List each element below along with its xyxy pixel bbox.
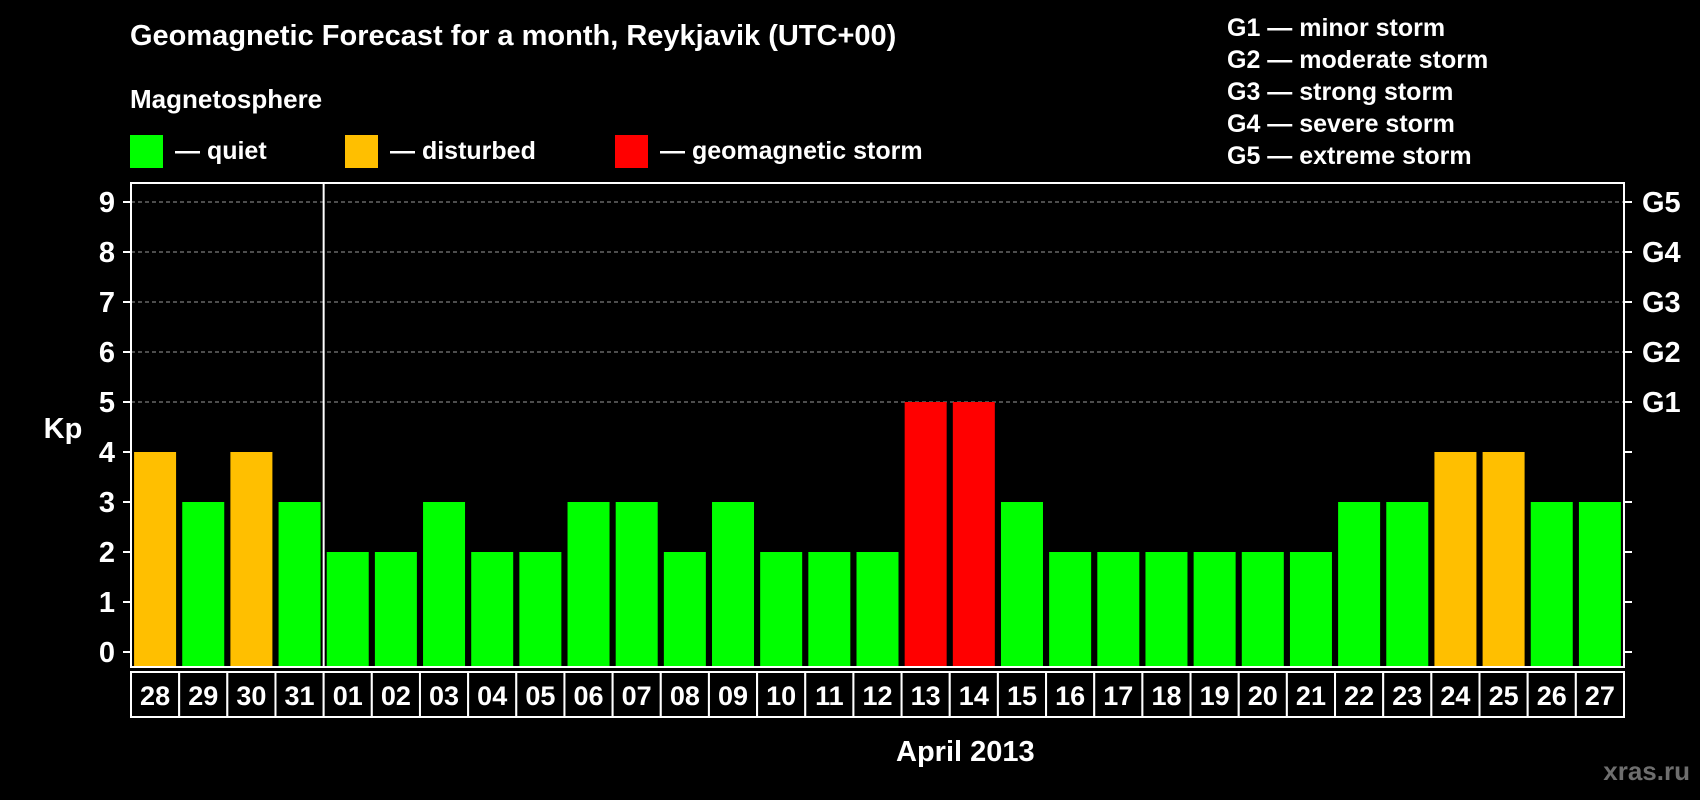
bar-21 [1289, 552, 1332, 667]
y-tick-label-6: 6 [99, 337, 115, 369]
day-label-07: 07 [622, 681, 652, 711]
bar-13 [904, 402, 947, 667]
x-axis-label: April 2013 [896, 736, 1035, 768]
bar-07 [615, 502, 658, 667]
day-label-30: 30 [236, 681, 266, 711]
day-label-13: 13 [911, 681, 941, 711]
day-label-05: 05 [525, 681, 555, 711]
day-label-28: 28 [140, 681, 170, 711]
y-tick-label-5: 5 [99, 387, 115, 419]
bar-14 [952, 402, 995, 667]
day-label-01: 01 [333, 681, 363, 711]
y-tick-label-3: 3 [99, 487, 115, 519]
bar-23 [1386, 502, 1429, 667]
bar-27 [1578, 502, 1621, 667]
day-label-22: 22 [1344, 681, 1374, 711]
y-tick-label-7: 7 [99, 287, 115, 319]
bar-24 [1434, 452, 1477, 667]
g-level-label-g5: G5 [1642, 187, 1681, 219]
g-level-label-g4: G4 [1642, 237, 1681, 269]
bar-08 [663, 552, 706, 667]
day-label-02: 02 [381, 681, 411, 711]
day-label-27: 27 [1585, 681, 1615, 711]
g-level-label-g2: G2 [1642, 337, 1681, 369]
y-tick-label-8: 8 [99, 237, 115, 269]
watermark: xras.ru [1603, 756, 1690, 786]
bar-18 [1145, 552, 1188, 667]
day-label-25: 25 [1489, 681, 1519, 711]
bar-16 [1049, 552, 1092, 667]
bar-30 [230, 452, 273, 667]
day-label-06: 06 [574, 681, 604, 711]
bar-11 [808, 552, 851, 667]
day-label-21: 21 [1296, 681, 1326, 711]
day-label-11: 11 [815, 681, 844, 711]
bar-05 [519, 552, 562, 667]
bar-04 [471, 552, 514, 667]
day-label-20: 20 [1248, 681, 1278, 711]
day-label-04: 04 [477, 681, 507, 711]
kp-bar-chart: Kp 0123456789G1G2G3G4G528 29 30 31 01 02 03 04 0… [44, 182, 1681, 718]
y-tick-label-4: 4 [99, 437, 115, 469]
day-label-31: 31 [285, 681, 315, 711]
bar-31 [278, 502, 321, 667]
bar-12 [856, 552, 899, 667]
day-label-29: 29 [188, 681, 218, 711]
day-label-15: 15 [1007, 681, 1037, 711]
bar-01 [326, 552, 369, 667]
bar-06 [567, 502, 610, 667]
bar-22 [1338, 502, 1381, 667]
bar-10 [760, 552, 803, 667]
day-label-24: 24 [1440, 681, 1470, 711]
day-label-18: 18 [1151, 681, 1181, 711]
bar-20 [1241, 552, 1284, 667]
day-label-17: 17 [1103, 681, 1133, 711]
bar-03 [423, 502, 466, 667]
g-level-label-g1: G1 [1642, 387, 1681, 419]
day-label-14: 14 [959, 681, 989, 711]
bar-26 [1530, 502, 1573, 667]
y-tick-label-0: 0 [99, 637, 115, 669]
bar-25 [1482, 452, 1525, 667]
bar-29 [182, 502, 225, 667]
y-tick-label-2: 2 [99, 537, 115, 569]
day-label-12: 12 [862, 681, 892, 711]
day-label-08: 08 [670, 681, 700, 711]
y-tick-label-9: 9 [99, 187, 115, 219]
day-label-10: 10 [766, 681, 796, 711]
bar-09 [712, 502, 755, 667]
day-label-09: 09 [718, 681, 748, 711]
bar-28 [134, 452, 177, 667]
day-label-19: 19 [1200, 681, 1230, 711]
day-label-23: 23 [1392, 681, 1422, 711]
bar-15 [1000, 502, 1043, 667]
y-tick-label-1: 1 [99, 587, 115, 619]
day-label-26: 26 [1537, 681, 1567, 711]
y-axis-label: Kp [44, 413, 83, 445]
day-label-16: 16 [1055, 681, 1085, 711]
bar-19 [1193, 552, 1236, 667]
day-label-03: 03 [429, 681, 459, 711]
bar-02 [374, 552, 417, 667]
bar-17 [1097, 552, 1140, 667]
g-level-label-g3: G3 [1642, 287, 1681, 319]
